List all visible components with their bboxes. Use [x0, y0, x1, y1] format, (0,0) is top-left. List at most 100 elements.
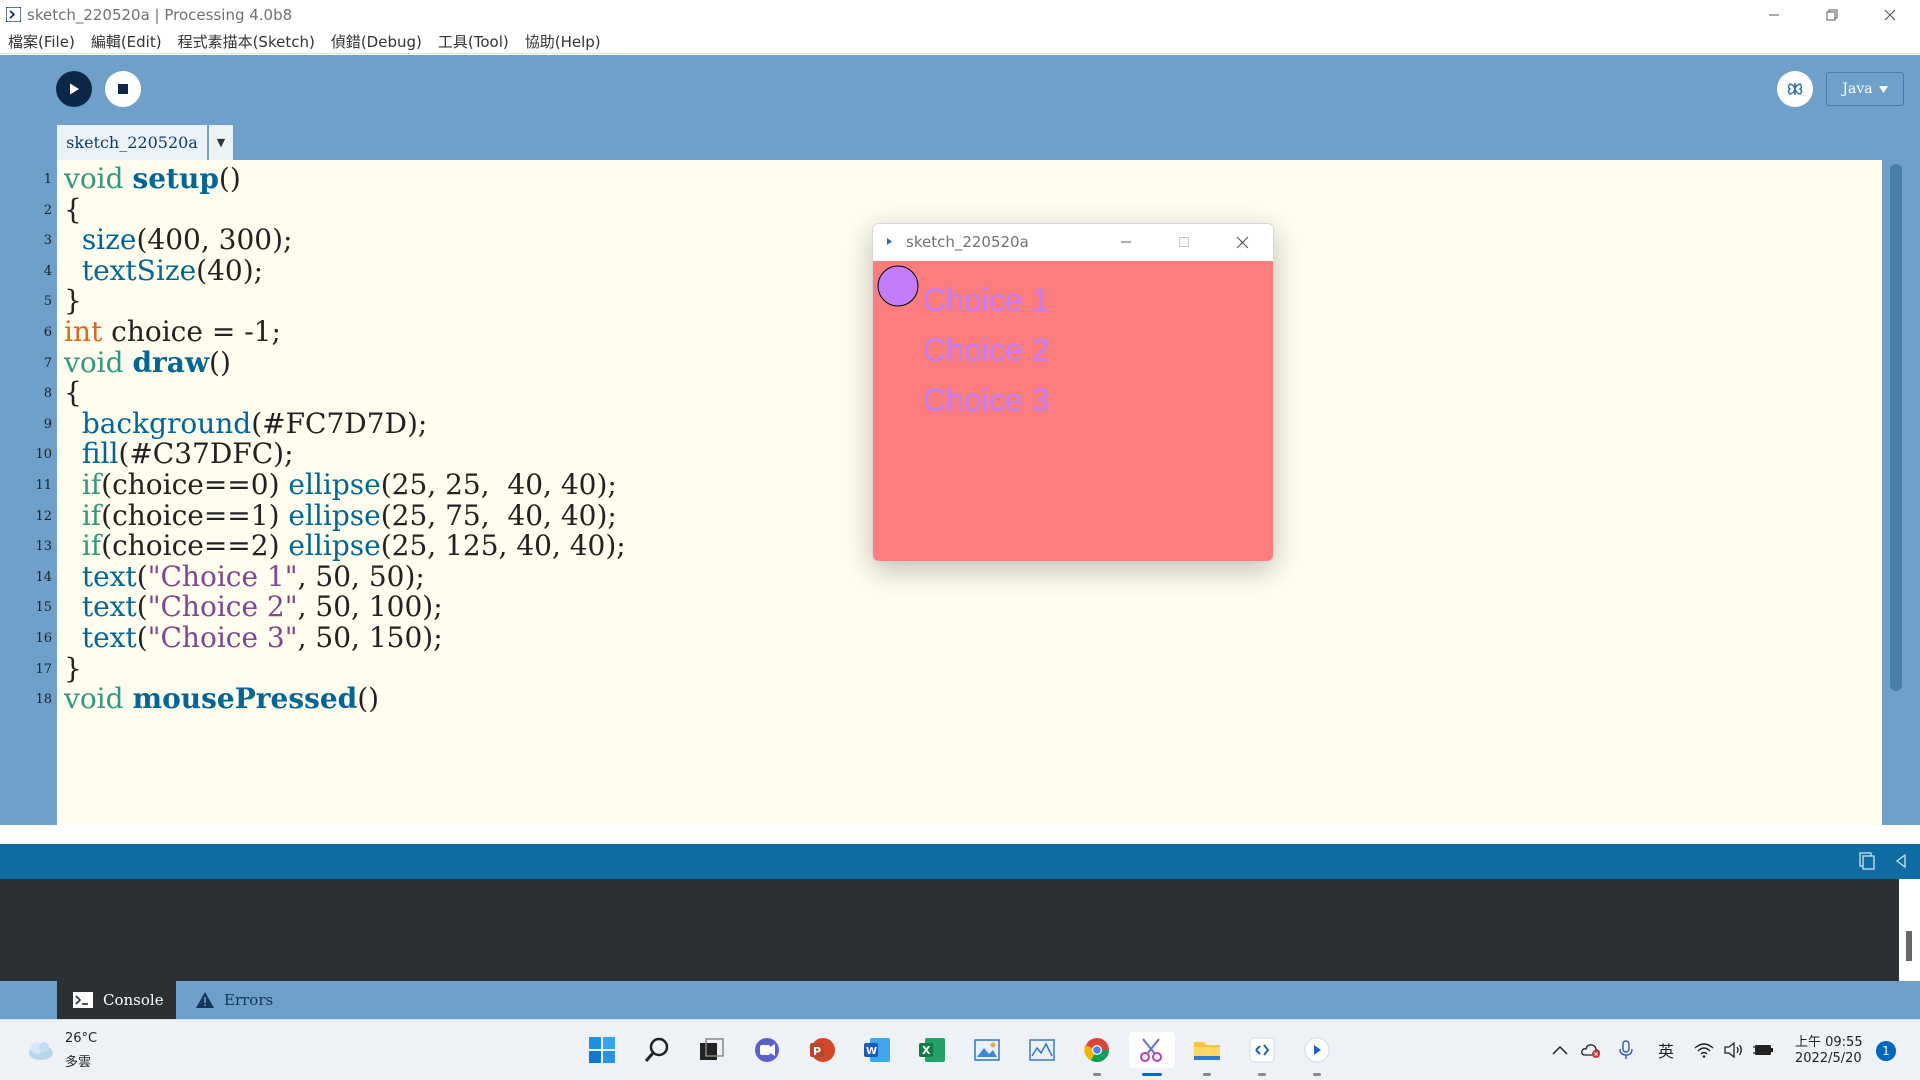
collapse-console-icon[interactable] [1893, 853, 1909, 869]
run-button[interactable] [56, 71, 92, 107]
file-explorer-app[interactable] [1189, 1032, 1225, 1076]
code-line: text("Choice 3", 50, 150); [64, 620, 443, 656]
copy-console-icon[interactable] [1857, 851, 1877, 871]
line-number: 9 [43, 416, 52, 432]
code-token: (400, 300); [136, 223, 293, 257]
menu-help[interactable]: 協助(Help) [525, 31, 601, 52]
search-button[interactable] [639, 1032, 675, 1068]
code-token: if [81, 529, 102, 563]
menu-file[interactable]: 檔案(File) [8, 31, 75, 52]
processing-app-icon [6, 7, 21, 22]
code-token: (choice==0) [101, 468, 289, 501]
close-icon [1236, 236, 1248, 248]
menu-edit[interactable]: 編輯(Edit) [91, 31, 162, 52]
code-token: text [81, 590, 137, 624]
chrome-app[interactable] [1079, 1032, 1115, 1076]
code-editor-icon [1249, 1037, 1275, 1063]
folder-icon [1194, 1042, 1220, 1060]
clock-time[interactable]: 上午 09:55 [1795, 1031, 1863, 1050]
tab-label: sketch_220520a [66, 133, 198, 152]
cloudy-weather-icon[interactable] [25, 1037, 55, 1063]
start-button[interactable] [584, 1032, 620, 1068]
tab-sketch-220520a[interactable]: sketch_220520a [57, 125, 207, 160]
code-token: "Choice 1" [147, 559, 298, 593]
photo-viewer-app[interactable] [969, 1032, 1005, 1068]
notification-badge[interactable]: 1 [1876, 1041, 1896, 1061]
choice-1-text: Choice 1 [923, 282, 1049, 318]
battery-tray-button[interactable] [1753, 1039, 1775, 1061]
chevron-down-icon [1878, 85, 1888, 93]
close-icon [1884, 9, 1896, 21]
excel-app[interactable]: X [914, 1032, 950, 1068]
tab-console[interactable]: Console [57, 981, 176, 1019]
explorer-running-indicator [1203, 1073, 1211, 1076]
volume-tray-button[interactable] [1722, 1039, 1744, 1061]
snipping-tool-app[interactable] [1129, 1032, 1175, 1076]
vscode-app[interactable] [1244, 1032, 1280, 1076]
editor-scrollbar-thumb[interactable] [1890, 164, 1902, 691]
console-output[interactable] [0, 879, 1920, 981]
menu-sketch[interactable]: 程式素描本(Sketch) [178, 31, 315, 52]
close-button[interactable] [1861, 0, 1919, 30]
word-app[interactable]: W [859, 1032, 895, 1068]
line-number: 10 [35, 447, 52, 463]
sketch-minimize-button[interactable] [1116, 232, 1136, 252]
code-token: text [81, 559, 137, 593]
menu-debug[interactable]: 偵錯(Debug) [331, 31, 422, 52]
minimize-icon [1121, 241, 1131, 243]
tab-strip: sketch_220520a ▼ [0, 125, 1920, 160]
code-line: void draw() [64, 345, 231, 381]
menu-tool[interactable]: 工具(Tool) [438, 31, 509, 52]
window-title: sketch_220520a | Processing 4.0b8 [27, 6, 293, 24]
microphone-tray-button[interactable] [1615, 1039, 1637, 1061]
weather-description[interactable]: 多雲 [65, 1051, 91, 1070]
minimize-button[interactable] [1745, 0, 1803, 30]
task-view-button[interactable] [694, 1032, 730, 1068]
code-token: ellipse [288, 468, 381, 501]
line-number: 6 [43, 325, 52, 340]
teams-chat-app[interactable] [749, 1032, 785, 1068]
code-token: void [64, 682, 124, 716]
line-number: 17 [35, 661, 52, 677]
debug-button[interactable] [1777, 71, 1813, 107]
restore-button[interactable] [1803, 0, 1861, 30]
console-scrollbar-track[interactable] [1899, 879, 1920, 981]
console-scrollbar-thumb[interactable] [1906, 931, 1912, 961]
sketch-window-titlebar[interactable]: sketch_220520a [873, 224, 1273, 261]
powerpoint-app[interactable]: P [804, 1032, 840, 1068]
resource-monitor-app[interactable] [1024, 1032, 1060, 1068]
notification-count: 1 [1882, 1044, 1890, 1058]
sketch-maximize-button[interactable] [1174, 232, 1194, 252]
code-token: (choice==1) [101, 498, 289, 532]
tab-menu-button[interactable]: ▼ [209, 125, 233, 160]
search-icon [644, 1037, 669, 1062]
mode-select[interactable]: Java [1826, 72, 1904, 106]
warning-icon [196, 992, 214, 1008]
code-token: () [218, 162, 241, 195]
processing-running-indicator [1313, 1073, 1321, 1076]
weather-temperature[interactable]: 26°C [65, 1031, 97, 1046]
clock-date[interactable]: 2022/5/20 [1795, 1051, 1862, 1066]
svg-text:W: W [866, 1046, 877, 1057]
code-token: ellipse [288, 498, 381, 532]
code-line: void setup() [64, 161, 241, 197]
line-number: 18 [35, 692, 52, 708]
wifi-tray-button[interactable] [1693, 1039, 1715, 1061]
onedrive-tray-button[interactable] [1580, 1039, 1602, 1061]
stop-button[interactable] [105, 71, 141, 107]
processing-small-icon [887, 238, 892, 245]
line-number: 14 [35, 569, 52, 585]
processing-app[interactable] [1299, 1032, 1335, 1076]
sketch-output-window: sketch_220520a Choice 1 Choice 2 Choice … [872, 223, 1274, 562]
code-token: () [209, 345, 231, 379]
input-method-indicator[interactable]: 英 [1653, 1039, 1679, 1061]
windows-start-icon [589, 1037, 615, 1063]
sketch-canvas[interactable]: Choice 1 Choice 2 Choice 3 [873, 261, 1273, 561]
tray-overflow-button[interactable] [1549, 1039, 1571, 1061]
tab-errors[interactable]: Errors [180, 981, 300, 1019]
sketch-close-button[interactable] [1232, 232, 1252, 252]
